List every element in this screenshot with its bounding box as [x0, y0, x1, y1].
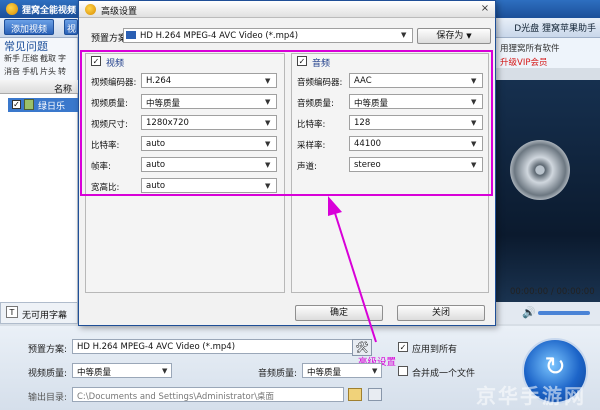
faq-link-4[interactable]: 字: [58, 53, 66, 64]
promo-line-2[interactable]: 升级VIP会员: [500, 56, 547, 68]
time-readout: 00:00:00 / 00:00:00: [510, 287, 595, 297]
faq-link-6[interactable]: 手机: [22, 66, 38, 77]
promo-line-1[interactable]: 用狸窝所有软件: [500, 42, 560, 54]
output-label: 输出目录:: [28, 393, 68, 403]
convert-icon: ↻: [544, 352, 566, 382]
annotation-arrow: [328, 196, 377, 343]
add-video-button[interactable]: 添加视频: [4, 19, 55, 35]
audio-quality-value: 中等质量: [307, 368, 342, 378]
video-file-icon: [24, 99, 34, 110]
chevron-down-icon[interactable]: ▼: [401, 31, 406, 39]
merge-label: 合并成一个文件: [412, 369, 476, 379]
apply-all-label: 应用到所有: [412, 345, 458, 355]
subtitle-label: 无可用字幕: [22, 311, 68, 321]
list-item-label: 绿日乐: [38, 102, 66, 112]
faq-link-8[interactable]: 转: [58, 66, 66, 77]
video-quality-dropdown[interactable]: 中等质量: [72, 363, 172, 378]
list-item-checkbox[interactable]: ✓: [12, 100, 21, 109]
audio-quality-dropdown[interactable]: 中等质量: [302, 363, 382, 378]
save-as-label: 保存为: [436, 31, 464, 41]
edit-button[interactable]: 视: [64, 19, 78, 35]
video-quality-label: 视频质量:: [28, 369, 68, 379]
app-title: 狸窝全能视频: [22, 6, 77, 16]
faq-link-7[interactable]: 片头: [40, 66, 56, 77]
volume-slider[interactable]: [538, 311, 590, 315]
bottom-preset-label: 预置方案:: [28, 345, 68, 355]
faq-link-1[interactable]: 新手: [4, 53, 20, 64]
faq-title: 常见问题: [4, 40, 48, 53]
list-header-name[interactable]: 名称: [54, 82, 72, 95]
faq-link-3[interactable]: 截取: [40, 53, 56, 64]
audio-quality-label: 音频质量:: [258, 369, 298, 379]
dialog-logo-icon: [85, 4, 96, 15]
close-icon[interactable]: ×: [477, 2, 493, 16]
volume-icon[interactable]: 🔊: [522, 306, 536, 319]
subtitle-icon: T: [6, 306, 18, 318]
close-button[interactable]: 关闭: [397, 305, 485, 321]
file-list: [0, 80, 78, 302]
app-logo-icon: [6, 3, 18, 15]
output-dir-value: C:\Documents and Settings\Administrator\…: [77, 392, 275, 402]
dialog-title: 高级设置: [101, 7, 138, 17]
dialog-titlebar: [79, 1, 495, 18]
video-format-icon: [126, 31, 136, 39]
output-dir-input[interactable]: C:\Documents and Settings\Administrator\…: [72, 387, 344, 402]
faq-link-5[interactable]: 消音: [4, 66, 20, 77]
right-links[interactable]: D光盘 狸窝苹果助手: [514, 21, 596, 34]
save-as-button[interactable]: 保存为 ▼: [417, 28, 491, 44]
preset-dropdown[interactable]: HD H.264 MPEG-4 AVC Video (*.mp4): [123, 28, 413, 43]
apply-all-checkbox[interactable]: ✓: [398, 342, 408, 352]
video-quality-value: 中等质量: [77, 368, 112, 378]
faq-link-2[interactable]: 压缩: [22, 53, 38, 64]
merge-checkbox[interactable]: [398, 366, 408, 376]
folder-icon[interactable]: [348, 388, 362, 401]
open-folder-icon[interactable]: [368, 388, 382, 401]
preset-value: HD H.264 MPEG-4 AVC Video (*.mp4): [140, 31, 299, 41]
annotation-highlight: [80, 50, 493, 196]
chevron-down-icon[interactable]: ▼: [372, 367, 377, 375]
watermark: 京华手游网: [476, 384, 586, 408]
film-reel-icon: [510, 140, 570, 200]
bottom-preset-value: HD H.264 MPEG-4 AVC Video (*.mp4): [77, 342, 236, 352]
chevron-down-icon[interactable]: ▼: [162, 367, 167, 375]
bottom-preset-dropdown[interactable]: HD H.264 MPEG-4 AVC Video (*.mp4): [72, 339, 362, 354]
